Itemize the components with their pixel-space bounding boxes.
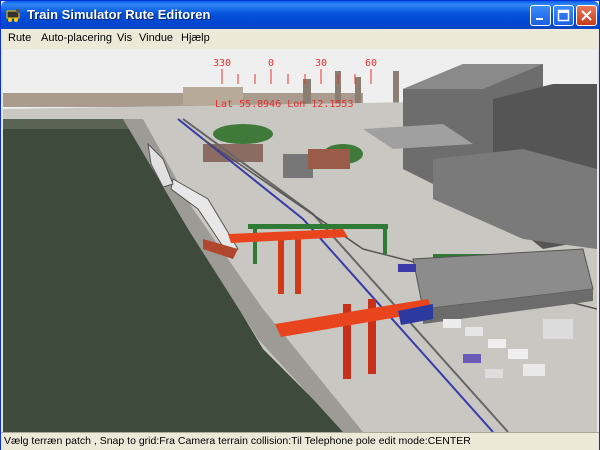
app-window: Train Simulator Rute Editoren Rute Auto-… xyxy=(0,0,600,450)
status-text: Vælg terræn patch , Snap to grid:Fra Cam… xyxy=(4,435,471,447)
compass-heading-0: 0 xyxy=(268,58,274,69)
3d-viewport[interactable]: 330 0 30 60 Lat 55.8946 Lon 12.1553 xyxy=(3,49,597,432)
route-scene: 330 0 30 60 Lat 55.8946 Lon 12.1553 xyxy=(3,49,597,432)
compass-heading-330: 330 xyxy=(213,58,231,69)
compass-heading-30: 30 xyxy=(315,58,327,69)
minimize-icon xyxy=(536,18,543,20)
menu-bar: Rute Auto-placering Vis Vindue Hjælp xyxy=(1,29,599,49)
close-icon xyxy=(581,10,592,21)
menu-rute[interactable]: Rute xyxy=(8,32,31,44)
maximize-icon xyxy=(557,9,570,22)
close-button[interactable] xyxy=(576,5,597,26)
status-bar: Vælg terræn patch , Snap to grid:Fra Cam… xyxy=(1,432,599,450)
title-bar[interactable]: Train Simulator Rute Editoren xyxy=(1,1,599,29)
menu-vis[interactable]: Vis xyxy=(117,32,132,44)
menu-vindue[interactable]: Vindue xyxy=(139,32,173,44)
position-readout: Lat 55.8946 Lon 12.1553 xyxy=(215,99,353,110)
minimize-button[interactable] xyxy=(530,5,551,26)
maximize-button[interactable] xyxy=(553,5,574,26)
window-title: Train Simulator Rute Editoren xyxy=(27,7,211,22)
menu-hjaelp[interactable]: Hjælp xyxy=(181,32,210,44)
menu-auto-placering[interactable]: Auto-placering xyxy=(41,32,112,44)
compass-heading-60: 60 xyxy=(365,58,377,69)
train-app-icon xyxy=(6,9,20,22)
